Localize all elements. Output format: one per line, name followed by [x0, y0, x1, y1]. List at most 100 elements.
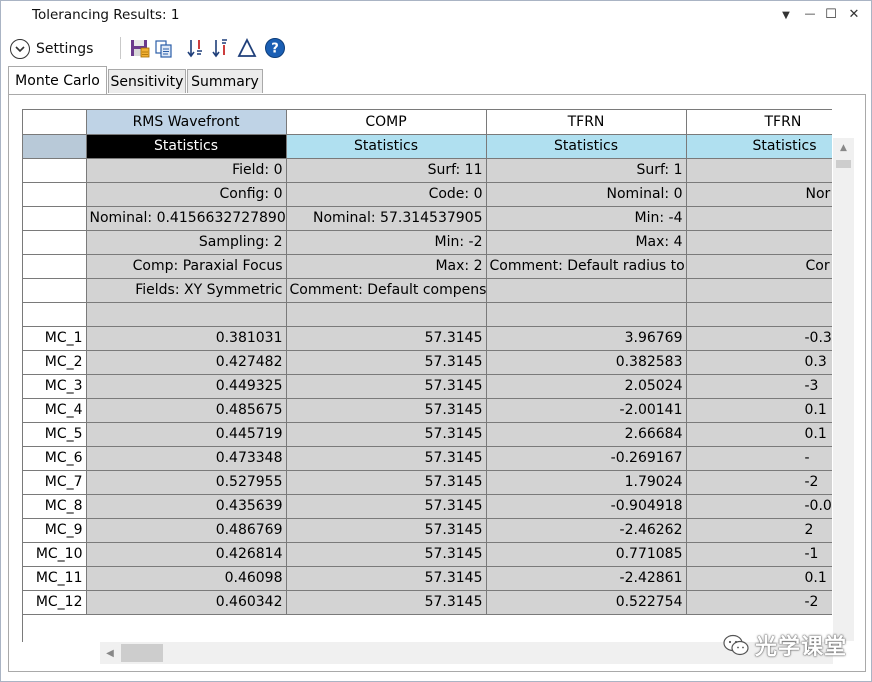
- row-header[interactable]: MC_10: [23, 542, 87, 567]
- tab-monte-carlo[interactable]: Monte Carlo: [8, 66, 107, 94]
- column-header-tfrn-2[interactable]: TFRN: [686, 110, 832, 135]
- data-cell[interactable]: -1: [686, 542, 832, 567]
- info-cell[interactable]: [486, 302, 687, 327]
- data-cell[interactable]: 1.79024: [486, 470, 687, 495]
- data-cell[interactable]: 0.382583: [486, 350, 687, 375]
- info-cell[interactable]: Sampling: 2: [86, 230, 287, 255]
- info-cell[interactable]: Comp: Paraxial Focus: [86, 254, 287, 279]
- scroll-left-icon[interactable]: ◀: [100, 642, 120, 664]
- statistics-cell[interactable]: Statistics: [686, 134, 832, 159]
- results-grid[interactable]: RMS Wavefront COMP TFRN TFRN Statistics …: [22, 109, 832, 642]
- statistics-row-header[interactable]: [23, 134, 87, 159]
- data-cell[interactable]: 57.3145: [286, 542, 487, 567]
- info-cell[interactable]: Nominal: 0.4156632727890: [86, 206, 287, 231]
- data-cell[interactable]: 57.3145: [286, 374, 487, 399]
- data-cell[interactable]: -0.3: [686, 326, 832, 351]
- row-header[interactable]: MC_8: [23, 494, 87, 519]
- data-cell[interactable]: -3: [686, 374, 832, 399]
- minimize-icon[interactable]: —: [802, 7, 818, 20]
- data-cell[interactable]: 0.449325: [86, 374, 287, 399]
- statistics-cell[interactable]: Statistics: [86, 134, 287, 159]
- data-cell[interactable]: -: [686, 446, 832, 471]
- data-cell[interactable]: 0.435639: [86, 494, 287, 519]
- data-cell[interactable]: 0.427482: [86, 350, 287, 375]
- data-cell[interactable]: 2.66684: [486, 422, 687, 447]
- data-cell[interactable]: 57.3145: [286, 590, 487, 615]
- maximize-icon[interactable]: ☐: [823, 7, 839, 22]
- info-cell[interactable]: Nominal: 57.314537905: [286, 206, 487, 231]
- data-cell[interactable]: 57.3145: [286, 326, 487, 351]
- tab-sensitivity[interactable]: Sensitivity: [108, 69, 186, 93]
- info-row-header[interactable]: [23, 278, 87, 303]
- data-cell[interactable]: 0.473348: [86, 446, 287, 471]
- data-cell[interactable]: 0.485675: [86, 398, 287, 423]
- data-cell[interactable]: -2: [686, 590, 832, 615]
- data-cell[interactable]: 0.445719: [86, 422, 287, 447]
- column-header-tfrn[interactable]: TFRN: [486, 110, 687, 135]
- info-cell[interactable]: [86, 302, 287, 327]
- info-row-header[interactable]: [23, 206, 87, 231]
- info-cell[interactable]: Comment: Default compens: [286, 278, 487, 303]
- data-cell[interactable]: 3.96769: [486, 326, 687, 351]
- data-cell[interactable]: 2.05024: [486, 374, 687, 399]
- row-header[interactable]: MC_6: [23, 446, 87, 471]
- settings-button[interactable]: Settings: [10, 37, 93, 61]
- data-cell[interactable]: 0.1: [686, 398, 832, 423]
- data-cell[interactable]: 0.381031: [86, 326, 287, 351]
- sort-ascending-icon[interactable]: [185, 37, 207, 59]
- row-header[interactable]: MC_11: [23, 566, 87, 591]
- info-cell[interactable]: [686, 158, 832, 183]
- info-cell[interactable]: Code: 0: [286, 182, 487, 207]
- horizontal-scroll-thumb[interactable]: [121, 644, 163, 662]
- info-cell[interactable]: [486, 278, 687, 303]
- info-cell[interactable]: Fields: XY Symmetric: [86, 278, 287, 303]
- info-cell[interactable]: Min: -4: [486, 206, 687, 231]
- delta-icon[interactable]: [236, 37, 258, 59]
- row-header[interactable]: MC_5: [23, 422, 87, 447]
- data-cell[interactable]: 0.3: [686, 350, 832, 375]
- data-cell[interactable]: 0.426814: [86, 542, 287, 567]
- window-menu-dropdown-icon[interactable]: ▼: [778, 10, 794, 21]
- vertical-scrollbar[interactable]: ▲: [833, 138, 854, 641]
- data-cell[interactable]: 0.1: [686, 422, 832, 447]
- data-cell[interactable]: 0.1: [686, 566, 832, 591]
- scroll-up-icon[interactable]: ▲: [833, 138, 854, 158]
- title-bar[interactable]: Tolerancing Results: 1 ▼ — ☐ ✕: [1, 1, 871, 31]
- data-cell[interactable]: 57.3145: [286, 566, 487, 591]
- sort-descending-icon[interactable]: [210, 37, 232, 59]
- data-cell[interactable]: 57.3145: [286, 470, 487, 495]
- info-row-header[interactable]: [23, 158, 87, 183]
- data-cell[interactable]: 0.486769: [86, 518, 287, 543]
- tab-summary[interactable]: Summary: [187, 69, 263, 93]
- info-cell[interactable]: Config: 0: [86, 182, 287, 207]
- row-header[interactable]: MC_9: [23, 518, 87, 543]
- data-cell[interactable]: -0.269167: [486, 446, 687, 471]
- data-cell[interactable]: 57.3145: [286, 494, 487, 519]
- data-cell[interactable]: -2.46262: [486, 518, 687, 543]
- vertical-scroll-thumb[interactable]: [836, 160, 851, 168]
- info-cell[interactable]: Surf: 1: [486, 158, 687, 183]
- info-row-header[interactable]: [23, 302, 87, 327]
- row-header[interactable]: MC_7: [23, 470, 87, 495]
- statistics-cell[interactable]: Statistics: [486, 134, 687, 159]
- close-icon[interactable]: ✕: [846, 7, 862, 22]
- data-cell[interactable]: -2.00141: [486, 398, 687, 423]
- data-cell[interactable]: 0.460342: [86, 590, 287, 615]
- data-cell[interactable]: -0.05: [686, 494, 832, 519]
- data-cell[interactable]: 0.527955: [86, 470, 287, 495]
- info-cell[interactable]: Surf: 11: [286, 158, 487, 183]
- data-cell[interactable]: 57.3145: [286, 422, 487, 447]
- data-cell[interactable]: 57.3145: [286, 398, 487, 423]
- data-cell[interactable]: 57.3145: [286, 446, 487, 471]
- data-cell[interactable]: 0.771085: [486, 542, 687, 567]
- save-icon[interactable]: [129, 37, 151, 59]
- row-header[interactable]: MC_4: [23, 398, 87, 423]
- info-cell[interactable]: [686, 230, 832, 255]
- info-row-header[interactable]: [23, 182, 87, 207]
- info-cell[interactable]: Min: -2: [286, 230, 487, 255]
- help-icon[interactable]: ?: [264, 37, 286, 59]
- row-header[interactable]: MC_3: [23, 374, 87, 399]
- info-cell[interactable]: Comment: Default radius to: [486, 254, 687, 279]
- data-cell[interactable]: -0.904918: [486, 494, 687, 519]
- data-cell[interactable]: 57.3145: [286, 518, 487, 543]
